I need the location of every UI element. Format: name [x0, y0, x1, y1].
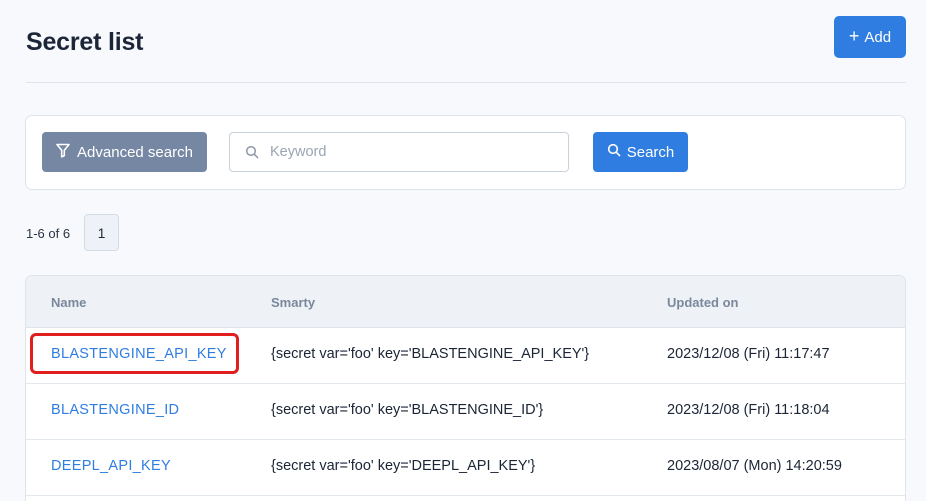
secret-name-link[interactable]: DEEPL_API_KEY	[51, 458, 171, 474]
advanced-search-button[interactable]: Advanced search	[42, 132, 207, 172]
column-header-updated: Updated on	[667, 295, 739, 310]
updated-on: 2023/08/07 (Mon) 14:20:59	[667, 458, 842, 474]
search-panel: Advanced search Search	[25, 115, 906, 190]
table-row: BLASTENGINE_ID {secret var='foo' key='BL…	[26, 384, 905, 440]
smarty-tag: {secret var='foo' key='BLASTENGINE_API_K…	[271, 346, 590, 362]
title-divider	[26, 82, 906, 83]
keyword-input[interactable]	[270, 133, 560, 171]
secret-list-page: Secret list + Add Advanced search Keywor…	[0, 0, 926, 501]
search-icon	[607, 143, 621, 161]
updated-on: 2023/12/08 (Fri) 11:18:04	[667, 402, 830, 418]
keyword-field[interactable]	[229, 132, 569, 172]
updated-on: 2023/12/08 (Fri) 11:17:47	[667, 346, 830, 362]
smarty-tag: {secret var='foo' key='DEEPL_API_KEY'}	[271, 458, 536, 474]
search-icon	[245, 145, 259, 164]
secret-table: Name Smarty Updated on BLASTENGINE_API_K…	[25, 275, 906, 501]
result-range: 1-6 of 6	[26, 226, 71, 241]
add-button-label: Add	[864, 28, 892, 46]
table-row: DEEPL_API_KEY {secret var='foo' key='DEE…	[26, 440, 905, 496]
plus-icon: +	[848, 26, 860, 46]
search-button-label: Search	[626, 143, 675, 161]
filter-icon	[56, 143, 70, 162]
column-header-name: Name	[51, 295, 87, 310]
page-button-1[interactable]: 1	[84, 214, 119, 251]
add-button[interactable]: + Add	[834, 16, 906, 58]
page-title: Secret list	[26, 28, 144, 56]
table-header: Name Smarty Updated on	[26, 276, 905, 328]
table-row: BLASTENGINE_API_KEY {secret var='foo' ke…	[26, 328, 905, 384]
secret-name-link[interactable]: BLASTENGINE_ID	[51, 402, 179, 418]
search-button[interactable]: Search	[593, 132, 688, 172]
secret-name-link[interactable]: BLASTENGINE_API_KEY	[51, 346, 227, 362]
advanced-search-label: Advanced search	[77, 143, 193, 161]
smarty-tag: {secret var='foo' key='BLASTENGINE_ID'}	[271, 402, 544, 418]
column-header-smarty: Smarty	[271, 295, 316, 310]
